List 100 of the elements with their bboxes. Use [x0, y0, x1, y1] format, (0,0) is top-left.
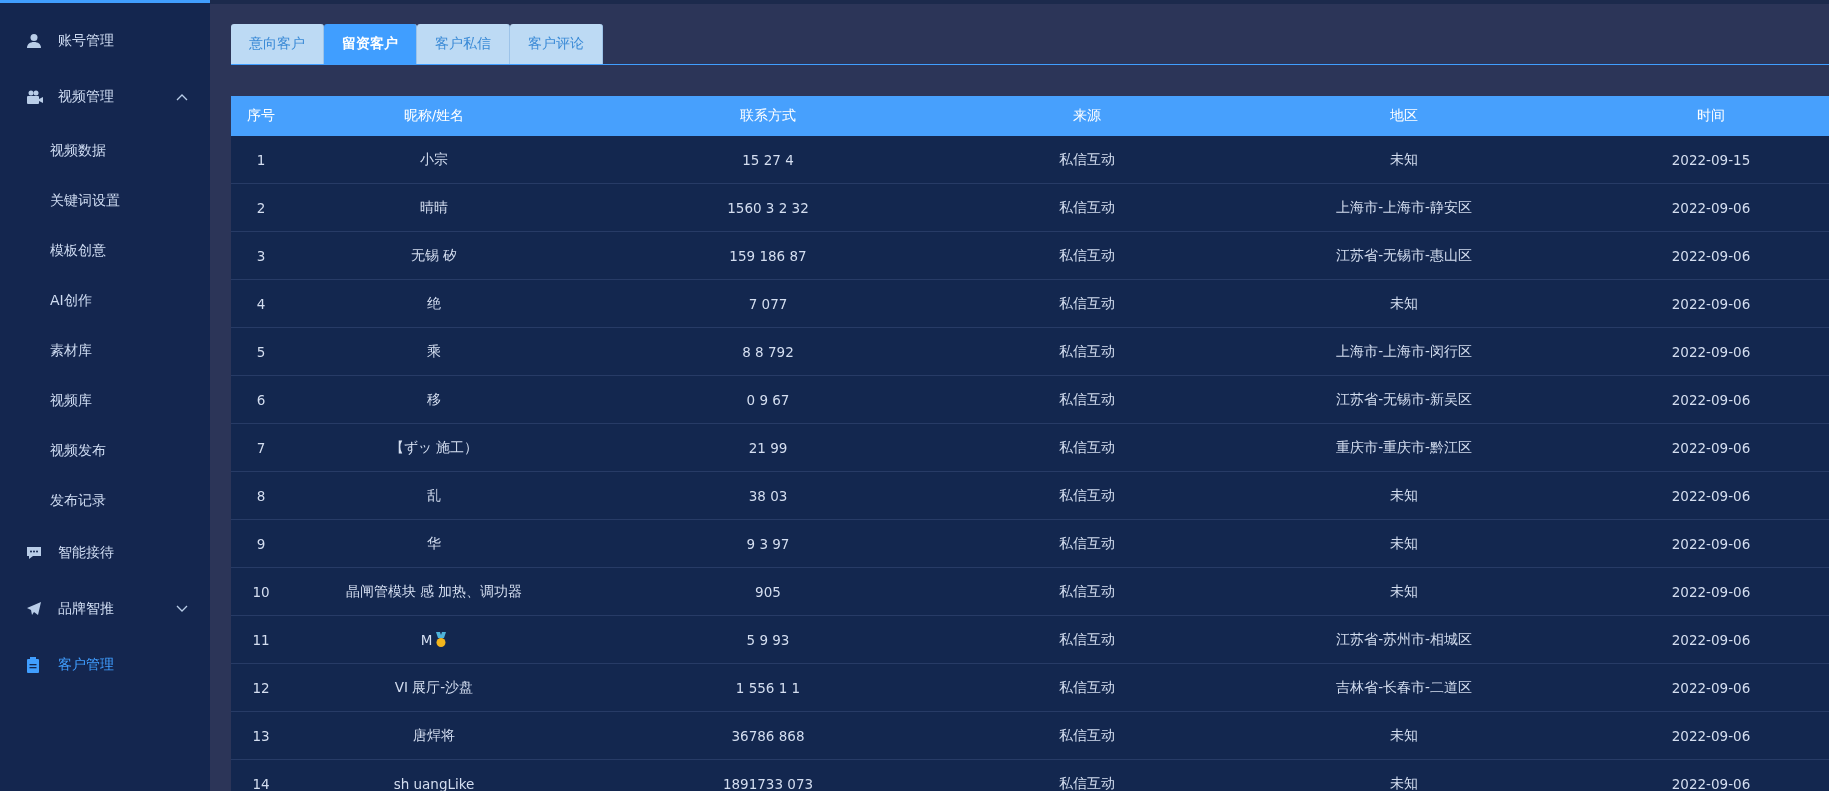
sidebar-subitem[interactable]: 视频库 — [0, 375, 210, 425]
table-cell: 未知 — [1390, 486, 1418, 505]
sidebar-item[interactable]: 客户管理 — [0, 637, 210, 693]
table-cell: M — [420, 631, 433, 648]
chat-icon — [26, 545, 42, 561]
table-cell: 私信互动 — [1059, 486, 1115, 505]
table-cell: 1 556 1 1 — [735, 679, 801, 696]
table-cell: 私信互动 — [1059, 726, 1115, 745]
table-cell: 5 9 93 — [746, 631, 790, 648]
sidebar-item[interactable]: 智能接待 — [0, 525, 210, 581]
table-cell: 江苏省-无锡市-新吴区 — [1336, 390, 1472, 409]
table-cell: 私信互动 — [1059, 198, 1115, 217]
table-cell: 9 — [256, 535, 266, 552]
table-cell: 2022-09-06 — [1671, 679, 1751, 696]
table-cell: 2022-09-06 — [1671, 343, 1751, 360]
table-cell: 华 — [427, 534, 441, 553]
table-cell: 无锡 矽 — [410, 246, 458, 265]
table-cell: 未知 — [1390, 774, 1418, 791]
table-cell: 2022-09-06 — [1671, 535, 1751, 552]
table-cell: 绝 — [427, 294, 441, 313]
table-cell: 私信互动 — [1059, 342, 1115, 361]
table-cell: 2 — [256, 199, 266, 216]
table-cell: 2022-09-06 — [1671, 631, 1751, 648]
table-cell: 上海市-上海市-闵行区 — [1336, 342, 1472, 361]
table-cell: 江苏省-苏州市-相城区 — [1336, 630, 1472, 649]
sidebar-subitem[interactable]: 关键词设置 — [0, 175, 210, 225]
table-cell: 私信互动 — [1059, 438, 1115, 457]
table-cell: 9 3 97 — [746, 535, 790, 552]
sidebar-item[interactable]: 账号管理 — [0, 13, 210, 69]
table-cell: 乱 — [427, 486, 441, 505]
table-cell: 7 — [256, 439, 266, 456]
user-icon — [26, 33, 42, 49]
table-cell: 2022-09-06 — [1671, 247, 1751, 264]
column-header: 联系方式 — [739, 107, 797, 125]
table-cell: 2022-09-15 — [1671, 151, 1751, 168]
table-cell: 私信互动 — [1059, 630, 1115, 649]
sidebar-item[interactable]: 品牌智推 — [0, 581, 210, 637]
sidebar-subitem[interactable]: 发布记录 — [0, 475, 210, 525]
table-cell: 私信互动 — [1059, 294, 1115, 313]
table-cell: 晶闸管模块 感 加热、调功器 — [345, 582, 523, 601]
table-cell: 13 — [252, 727, 270, 744]
table-cell: 21 99 — [748, 439, 788, 456]
video-camera-icon — [26, 89, 44, 105]
table-cell: 上海市-上海市-静安区 — [1336, 198, 1472, 217]
table-cell: 2022-09-06 — [1671, 487, 1751, 504]
table-cell: 0 9 67 — [746, 391, 790, 408]
table-cell: 【ずッ 施工） — [389, 438, 479, 457]
table-cell: 8 8 792 — [742, 343, 794, 360]
table-cell: 159 186 87 — [729, 247, 807, 264]
table-cell: 6 — [256, 391, 266, 408]
table-cell: 8 — [256, 487, 266, 504]
column-header: 地区 — [1389, 107, 1419, 125]
table-cell: 1560 3 2 32 — [727, 199, 809, 216]
table-cell: 小宗 — [420, 150, 448, 169]
table-cell: 私信互动 — [1059, 774, 1115, 791]
table-cell: 15 27 4 — [742, 151, 794, 168]
table-cell: 1 — [256, 151, 266, 168]
clipboard-icon — [26, 657, 40, 673]
table-cell: 私信互动 — [1059, 582, 1115, 601]
table-cell: 4 — [256, 295, 266, 312]
table-cell: 私信互动 — [1059, 246, 1115, 265]
table-cell: 2022-09-06 — [1671, 583, 1751, 600]
table-cell: 2022-09-06 — [1671, 199, 1751, 216]
table-cell: 移 — [427, 390, 441, 409]
table-cell: 3 — [256, 247, 266, 264]
sidebar-subitem[interactable]: 模板创意 — [0, 225, 210, 275]
table-cell: 7 077 — [748, 295, 788, 312]
sidebar-subitem[interactable]: 素材库 — [0, 325, 210, 375]
table-cell: 38 03 — [748, 487, 788, 504]
sidebar-subitem[interactable]: 视频发布 — [0, 425, 210, 475]
table-cell: 10 — [252, 583, 270, 600]
sidebar-subitem[interactable]: AI创作 — [0, 275, 210, 325]
sidebar-item[interactable]: 视频管理 — [0, 69, 210, 125]
table-cell: 905 — [755, 583, 781, 600]
table-cell: 重庆市-重庆市-黔江区 — [1336, 438, 1472, 457]
table-cell: 吉林省-长春市-二道区 — [1336, 678, 1472, 697]
table-cell: 晴晴 — [420, 198, 448, 217]
paper-plane-icon — [26, 601, 42, 617]
table-cell: 未知 — [1390, 294, 1418, 313]
table-cell: 未知 — [1390, 150, 1418, 169]
table-cell: 私信互动 — [1059, 150, 1115, 169]
table-cell: 私信互动 — [1059, 678, 1115, 697]
table-cell: 未知 — [1390, 582, 1418, 601]
table-cell: 36786 868 — [731, 727, 805, 744]
table-cell: 2022-09-06 — [1671, 439, 1751, 456]
table-cell: 12 — [252, 679, 270, 696]
table-cell: 未知 — [1390, 726, 1418, 745]
column-header: 昵称/姓名 — [402, 107, 466, 125]
table-cell: VI 展厅-沙盘 — [394, 678, 474, 697]
table-cell: 乘 — [427, 342, 441, 361]
table-cell: 私信互动 — [1059, 534, 1115, 553]
sidebar-subitem[interactable]: 视频数据 — [0, 125, 210, 175]
table-cell: 2022-09-06 — [1671, 295, 1751, 312]
table-cell: 1891733 073 — [722, 775, 814, 791]
table-cell: 江苏省-无锡市-惠山区 — [1336, 246, 1472, 265]
table-cell: 2022-09-06 — [1671, 391, 1751, 408]
column-header: 来源 — [1072, 107, 1102, 125]
table-cell: 14 — [252, 775, 270, 791]
table-cell: sh uangLike — [393, 775, 475, 791]
table-cell: 未知 — [1390, 534, 1418, 553]
